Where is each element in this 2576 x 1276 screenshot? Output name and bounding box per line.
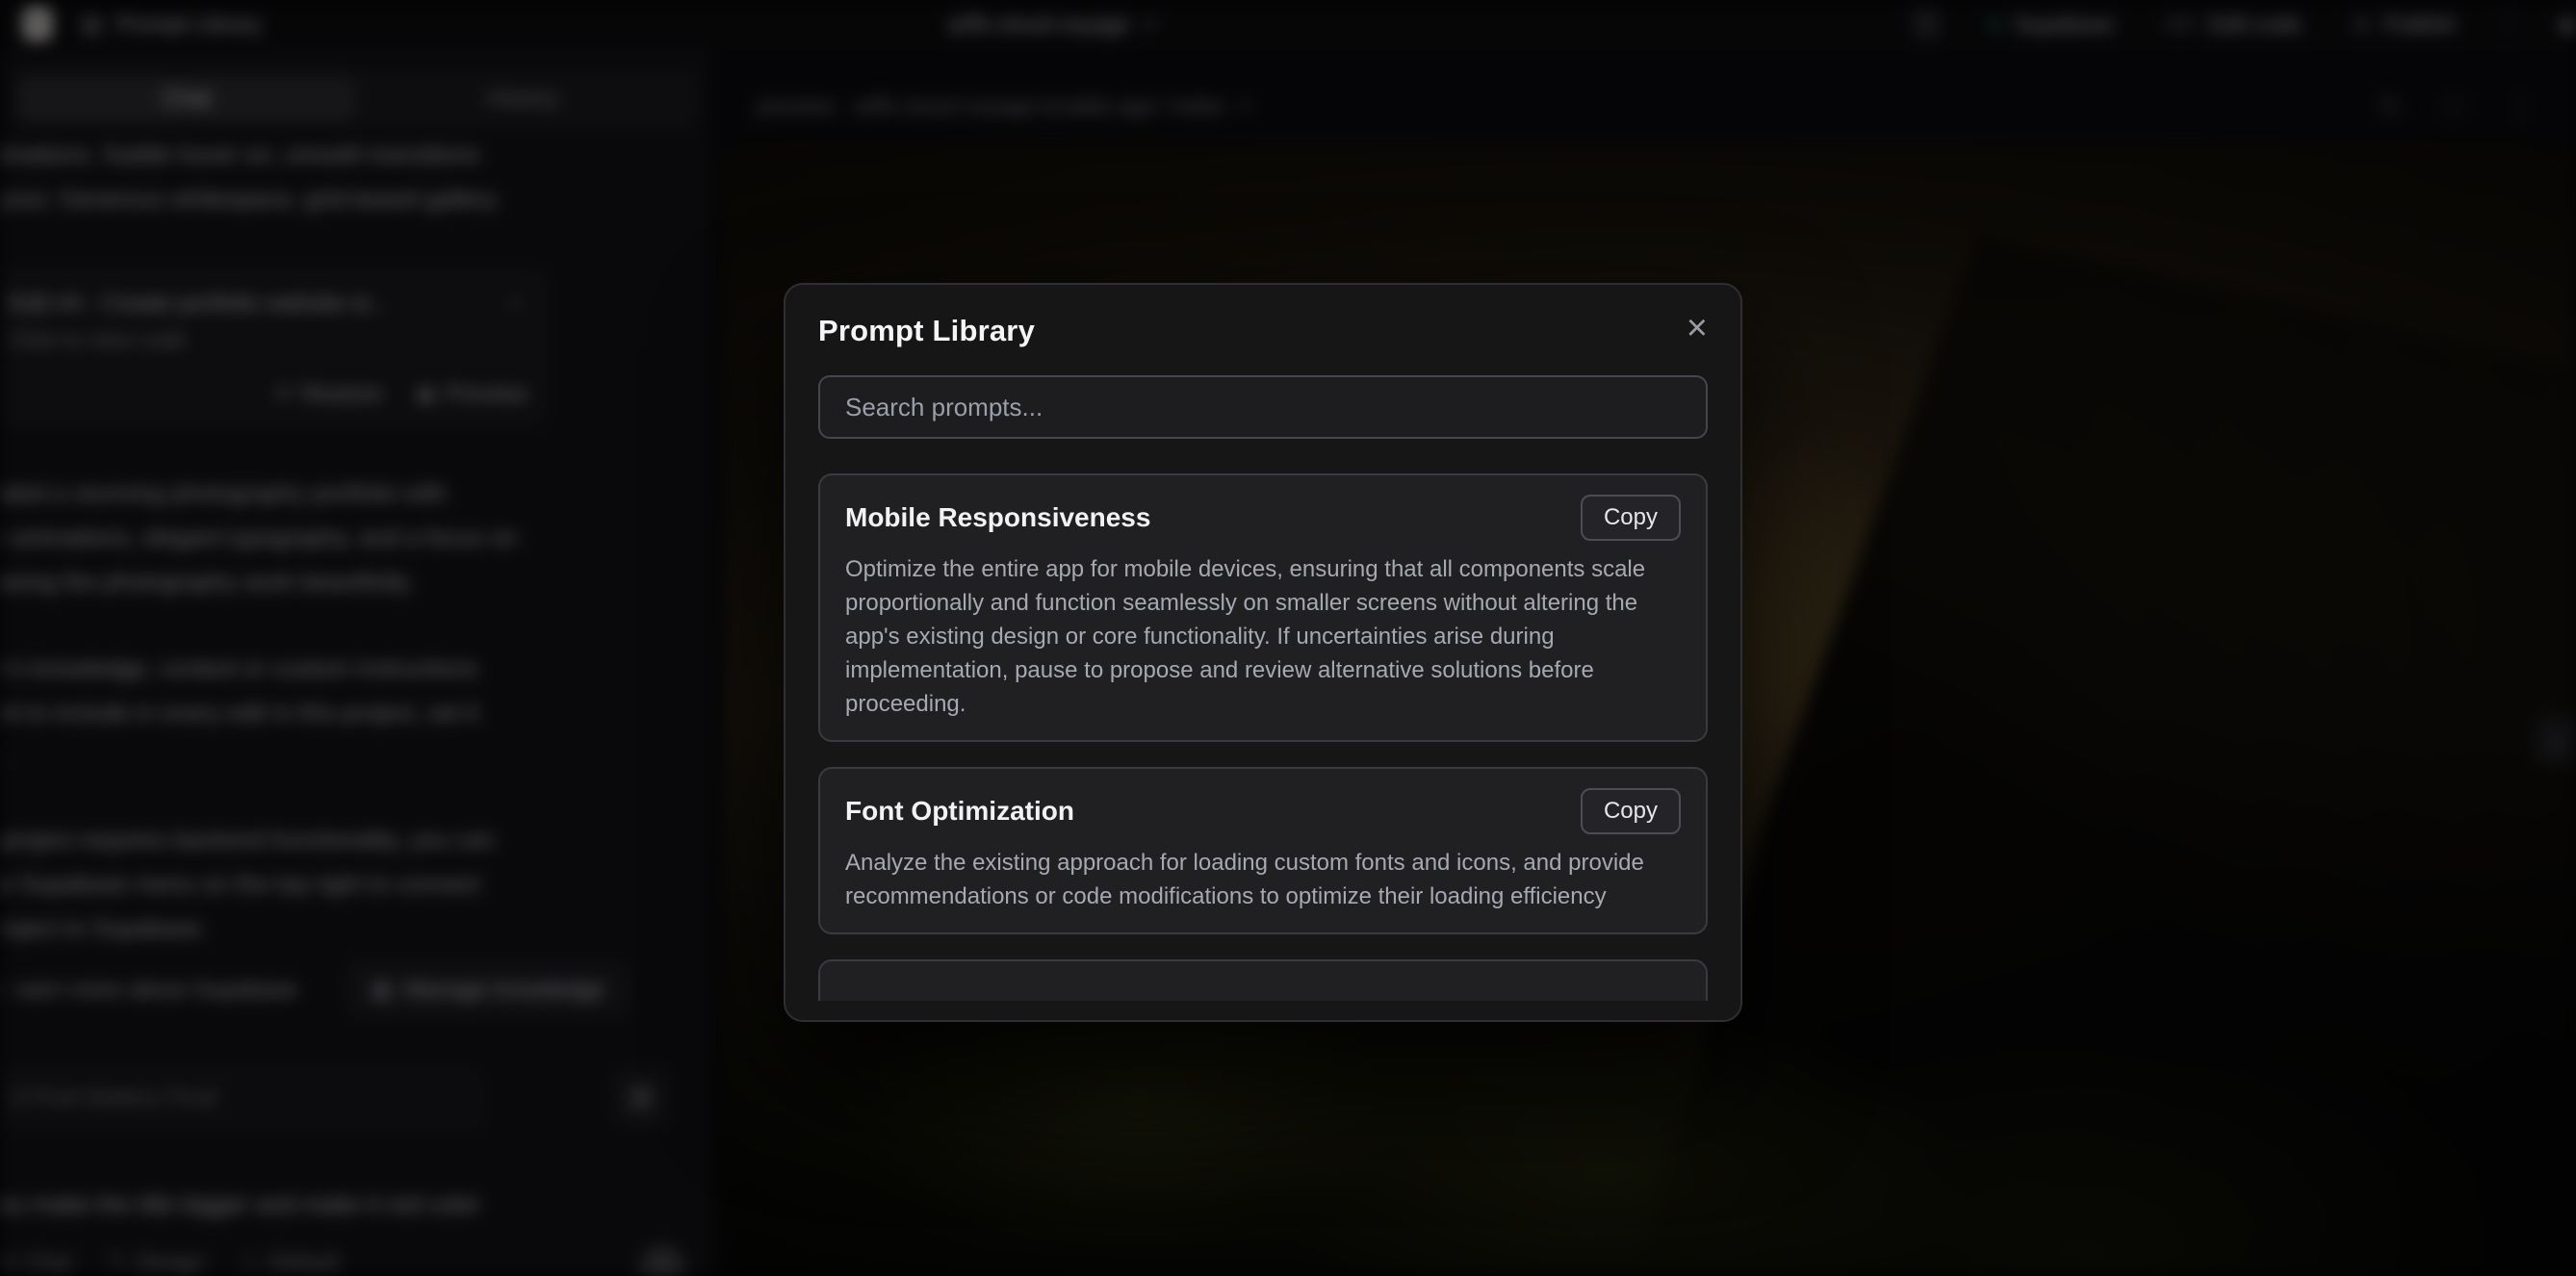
prompt-title: Mobile Responsiveness — [845, 502, 1150, 533]
prompt-description: Optimize the entire app for mobile devic… — [845, 552, 1681, 721]
close-icon[interactable]: × — [1687, 314, 1708, 343]
prompt-list[interactable]: Mobile Responsiveness Copy Optimize the … — [818, 473, 1708, 1001]
search-input[interactable] — [843, 392, 1683, 423]
prompt-card-header: Font Optimization Copy — [845, 788, 1681, 834]
prompt-card-header: Mobile Responsiveness Copy — [845, 495, 1681, 541]
modal-title: Prompt Library — [818, 314, 1035, 348]
copy-button[interactable]: Copy — [1581, 788, 1681, 834]
screen: ♥ ▤ Prompt Library arffs-cloud-voyage ▾ … — [0, 0, 2576, 1276]
copy-button[interactable]: Copy — [1581, 495, 1681, 541]
prompt-library-modal: Prompt Library × Mobile Responsiveness C… — [784, 283, 1742, 1022]
search-box — [818, 375, 1708, 439]
prompt-title: Font Optimization — [845, 796, 1074, 827]
prompt-description: Analyze the existing approach for loadin… — [845, 846, 1681, 913]
prompt-card-mobile-responsiveness: Mobile Responsiveness Copy Optimize the … — [818, 473, 1708, 742]
modal-header: Prompt Library × — [818, 314, 1708, 348]
prompt-card-font-optimization: Font Optimization Copy Analyze the exist… — [818, 767, 1708, 934]
prompt-card-partial — [818, 959, 1708, 1001]
